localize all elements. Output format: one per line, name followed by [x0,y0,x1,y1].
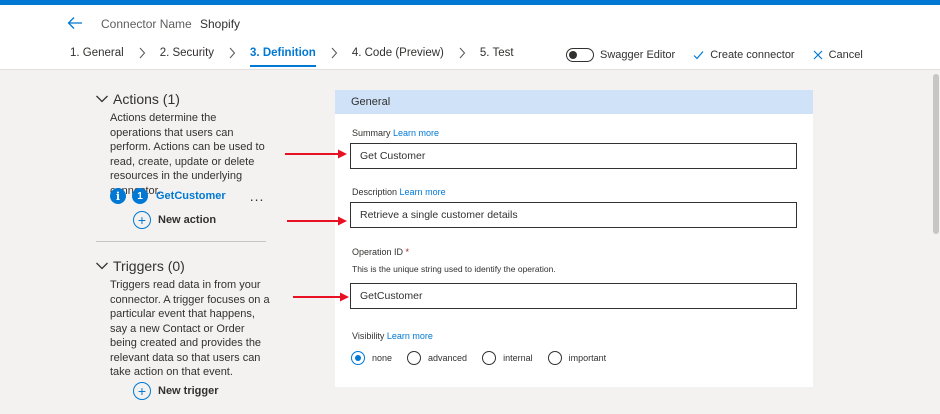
chevron-down-icon [96,95,108,103]
description-learn-more-link[interactable]: Learn more [400,187,446,197]
wizard-steps: 1. General 2. Security 3. Definition 4. … [70,46,514,67]
operation-id-label-text: Operation ID [352,247,404,257]
required-marker: * [405,247,410,257]
page-scrollbar[interactable] [931,70,940,414]
step-code-preview[interactable]: 4. Code (Preview) [352,46,444,66]
close-icon [813,50,823,60]
create-connector-label: Create connector [710,49,795,61]
radio-circle[interactable] [482,351,497,365]
visibility-option-none[interactable]: none [351,351,392,365]
action-item[interactable]: i 1 GetCustomer ... [110,188,264,204]
summary-label-text: Summary [352,128,391,138]
visibility-option-advanced[interactable]: advanced [407,351,467,365]
radio-circle[interactable] [407,351,422,365]
toolbar: Swagger Editor Create connector Cancel [566,45,863,65]
general-panel: General Summary Learn more Get Customer … [335,90,813,387]
step-general[interactable]: 1. General [70,46,124,66]
visibility-radio-group: none advanced internal important [351,351,621,365]
step-definition[interactable]: 3. Definition [250,46,316,67]
info-icon[interactable]: i [110,188,126,204]
toggle-knob [569,51,577,59]
description-label: Description Learn more [352,187,446,197]
more-options-icon[interactable]: ... [250,189,265,203]
general-panel-header: General [335,90,813,114]
chevron-down-icon [96,262,108,270]
section-divider [96,241,266,242]
connector-name-label: Connector Name [101,17,192,31]
summary-learn-more-link[interactable]: Learn more [393,128,439,138]
scrollbar-thumb[interactable] [933,74,939,234]
new-action-label: New action [158,214,217,226]
step-security[interactable]: 2. Security [160,46,214,66]
summary-input[interactable]: Get Customer [350,143,797,169]
red-arrow-icon [287,216,347,226]
visibility-option-important[interactable]: important [547,351,607,365]
chevron-right-icon [316,46,352,66]
connector-name-value[interactable]: Shopify [200,17,240,31]
actions-description: Actions determine the operations that us… [110,112,265,197]
triggers-title: Triggers (0) [113,258,185,274]
action-number-badge: 1 [132,188,148,204]
step-test[interactable]: 5. Test [480,46,514,66]
radio-label: advanced [428,353,468,363]
triggers-description: Triggers read data in from your connecto… [110,279,270,378]
chevron-right-icon [444,46,480,66]
actions-section-header[interactable]: Actions (1) [95,91,180,107]
visibility-learn-more-link[interactable]: Learn more [387,331,433,341]
new-trigger-button[interactable]: + New trigger [133,382,219,400]
operation-id-input[interactable]: GetCustomer [350,283,797,309]
triggers-section-header[interactable]: Triggers (0) [95,258,185,274]
actions-title: Actions (1) [113,91,180,107]
operation-id-label: Operation ID * [352,247,409,257]
visibility-label: Visibility Learn more [352,331,433,341]
header: Connector Name Shopify 1. General 2. Sec… [0,5,940,70]
cancel-label: Cancel [828,49,863,61]
operation-id-help: This is the unique string used to identi… [352,264,556,274]
radio-label: internal [503,353,533,363]
swagger-editor-label: Swagger Editor [600,49,676,61]
chevron-right-icon [214,46,250,66]
swagger-editor-toggle[interactable] [566,48,594,62]
radio-circle[interactable] [547,351,562,365]
visibility-label-text: Visibility [352,331,385,341]
red-arrow-icon [293,292,349,302]
chevron-right-icon [124,46,160,66]
arrow-left-icon[interactable] [66,14,84,32]
cancel-button[interactable]: Cancel [813,49,863,61]
checkmark-icon [693,51,704,60]
plus-circle-icon: + [133,382,151,400]
new-action-button[interactable]: + New action [133,211,216,229]
summary-label: Summary Learn more [352,128,439,138]
red-arrow-icon [285,149,347,159]
action-name-getcustomer[interactable]: GetCustomer [156,190,226,202]
plus-circle-icon: + [133,211,151,229]
create-connector-button[interactable]: Create connector [693,49,795,61]
visibility-option-internal[interactable]: internal [482,351,533,365]
radio-label: none [372,353,393,363]
radio-circle[interactable] [351,351,365,365]
new-trigger-label: New trigger [158,385,219,397]
radio-label: important [568,353,607,363]
description-input[interactable]: Retrieve a single customer details [350,202,797,228]
description-label-text: Description [352,187,398,197]
